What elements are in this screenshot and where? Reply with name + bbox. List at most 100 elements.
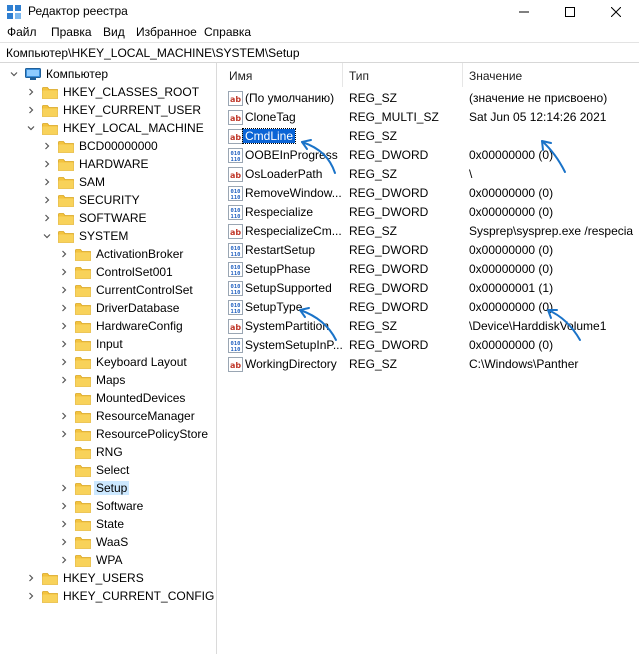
tree-item-label: ActivationBroker <box>96 247 184 261</box>
tree-item[interactable]: HKEY_CURRENT_USER <box>26 101 201 119</box>
chevron-right-icon[interactable] <box>59 321 69 331</box>
chevron-right-icon[interactable] <box>59 501 69 511</box>
value-name: OsLoaderPath <box>245 167 323 181</box>
menu-favorites[interactable]: Избранное <box>136 25 197 39</box>
column-header-type[interactable]: Тип <box>349 69 369 83</box>
value-row[interactable]: ab SystemPartition REG_SZ \Device\HarddiskV… <box>222 317 639 336</box>
chevron-right-icon[interactable] <box>26 573 36 583</box>
tree-item[interactable]: ActivationBroker <box>59 245 183 263</box>
value-row[interactable]: ab CmdLine REG_SZ <box>222 127 639 146</box>
tree-item-label: DriverDatabase <box>96 301 180 315</box>
chevron-right-icon[interactable] <box>59 555 69 565</box>
column-divider[interactable] <box>462 63 463 87</box>
tree-item[interactable]: Select <box>59 461 129 479</box>
tree-item-label: BCD00000000 <box>79 139 158 153</box>
chevron-right-icon[interactable] <box>42 213 52 223</box>
tree-item[interactable]: HARDWARE <box>42 155 149 173</box>
string-value-icon: ab <box>228 357 243 372</box>
menu-help[interactable]: Справка <box>204 25 251 39</box>
value-row[interactable]: 010 110 RemoveWindow... REG_DWORD 0x00000000… <box>222 184 639 203</box>
tree-item[interactable]: WaaS <box>59 533 128 551</box>
value-row[interactable]: ab CloneTag REG_MULTI_SZ Sat Jun 05 12:14:2… <box>222 108 639 127</box>
tree-item[interactable]: HKEY_USERS <box>26 569 144 587</box>
chevron-right-icon[interactable] <box>59 267 69 277</box>
value-row[interactable]: ab OsLoaderPath REG_SZ \ <box>222 165 639 184</box>
svg-text:110: 110 <box>231 347 241 353</box>
tree-item[interactable]: SYSTEM <box>42 227 128 245</box>
chevron-right-icon[interactable] <box>26 105 36 115</box>
tree-item-label: HARDWARE <box>79 157 149 171</box>
chevron-right-icon[interactable] <box>59 483 69 493</box>
tree-item[interactable]: RNG <box>59 443 123 461</box>
chevron-right-icon[interactable] <box>42 141 52 151</box>
menu-file[interactable]: Файл <box>7 25 37 39</box>
tree-item[interactable]: HKEY_CLASSES_ROOT <box>26 83 199 101</box>
value-row[interactable]: ab RespecializeCm... REG_SZ Sysprep\sysprep… <box>222 222 639 241</box>
tree-item[interactable]: CurrentControlSet <box>59 281 193 299</box>
column-header-data[interactable]: Значение <box>469 69 522 83</box>
chevron-down-icon[interactable] <box>26 123 36 133</box>
chevron-right-icon[interactable] <box>59 339 69 349</box>
tree-item[interactable]: Maps <box>59 371 125 389</box>
string-value-icon: ab <box>228 319 243 334</box>
tree-item[interactable]: Keyboard Layout <box>59 353 187 371</box>
tree-item[interactable]: Компьютер <box>9 65 108 83</box>
tree-item[interactable]: DriverDatabase <box>59 299 179 317</box>
tree-item[interactable]: SECURITY <box>42 191 140 209</box>
tree-item[interactable]: HKEY_CURRENT_CONFIG <box>26 587 214 605</box>
tree-item[interactable]: Input <box>59 335 123 353</box>
value-row[interactable]: 010 110 OOBEInProgress REG_DWORD 0x00000000 … <box>222 146 639 165</box>
folder-icon <box>75 464 91 477</box>
chevron-right-icon[interactable] <box>42 195 52 205</box>
tree-item[interactable]: MountedDevices <box>59 389 185 407</box>
tree-item[interactable]: Setup <box>59 479 130 497</box>
chevron-right-icon[interactable] <box>59 411 69 421</box>
chevron-right-icon[interactable] <box>59 537 69 547</box>
tree-item[interactable]: State <box>59 515 124 533</box>
menu-edit[interactable]: Правка <box>51 25 92 39</box>
value-row[interactable]: 010 110 SetupPhase REG_DWORD 0x00000000 (0) <box>222 260 639 279</box>
value-row[interactable]: ab (По умолчанию) REG_SZ (значение не присв… <box>222 89 639 108</box>
column-divider[interactable] <box>342 63 343 87</box>
chevron-right-icon[interactable] <box>26 591 36 601</box>
chevron-right-icon[interactable] <box>42 159 52 169</box>
column-header-name[interactable]: Имя <box>229 69 252 83</box>
value-row[interactable]: 010 110 Respecialize REG_DWORD 0x00000000 (0… <box>222 203 639 222</box>
chevron-right-icon[interactable] <box>26 87 36 97</box>
key-tree[interactable]: Компьютер HKEY_CLASSES_ROOT HKEY_CURRENT_U… <box>0 63 217 654</box>
chevron-right-icon[interactable] <box>59 285 69 295</box>
tree-item[interactable]: ResourcePolicyStore <box>59 425 208 443</box>
tree-item[interactable]: Software <box>59 497 143 515</box>
chevron-right-icon[interactable] <box>59 303 69 313</box>
chevron-down-icon[interactable] <box>9 69 19 79</box>
svg-text:ab: ab <box>230 323 241 332</box>
tree-item[interactable]: HardwareConfig <box>59 317 183 335</box>
value-row[interactable]: 010 110 SystemSetupInP... REG_DWORD 0x000000… <box>222 336 639 355</box>
value-row[interactable]: ab WorkingDirectory REG_SZ C:\Windows\Panth… <box>222 355 639 374</box>
chevron-right-icon[interactable] <box>59 429 69 439</box>
menu-view[interactable]: Вид <box>103 25 125 39</box>
value-list[interactable]: Имя Тип Значение ab (По умолчанию) REG_SZ (… <box>222 63 639 654</box>
value-row[interactable]: 010 110 SetupSupported REG_DWORD 0x00000001 … <box>222 279 639 298</box>
value-row[interactable]: 010 110 SetupType REG_DWORD 0x00000000 (0) <box>222 298 639 317</box>
close-button[interactable] <box>593 0 639 23</box>
chevron-right-icon[interactable] <box>59 249 69 259</box>
tree-item[interactable]: BCD00000000 <box>42 137 158 155</box>
chevron-down-icon[interactable] <box>42 231 52 241</box>
tree-item[interactable]: WPA <box>59 551 122 569</box>
tree-item[interactable]: SOFTWARE <box>42 209 147 227</box>
binary-value-icon: 010110 <box>228 148 243 163</box>
chevron-right-icon[interactable] <box>59 375 69 385</box>
address-bar[interactable]: Компьютер\HKEY_LOCAL_MACHINE\SYSTEM\Setu… <box>0 42 639 63</box>
chevron-right-icon[interactable] <box>42 177 52 187</box>
minimize-button[interactable] <box>501 0 547 23</box>
tree-item[interactable]: ResourceManager <box>59 407 195 425</box>
tree-item[interactable]: ControlSet001 <box>59 263 173 281</box>
tree-item[interactable]: SAM <box>42 173 105 191</box>
maximize-button[interactable] <box>547 0 593 23</box>
tree-item[interactable]: HKEY_LOCAL_MACHINE <box>26 119 204 137</box>
address-path[interactable]: Компьютер\HKEY_LOCAL_MACHINE\SYSTEM\Setu… <box>6 46 300 60</box>
chevron-right-icon[interactable] <box>59 519 69 529</box>
chevron-right-icon[interactable] <box>59 357 69 367</box>
value-row[interactable]: 010 110 RestartSetup REG_DWORD 0x00000000 (0… <box>222 241 639 260</box>
